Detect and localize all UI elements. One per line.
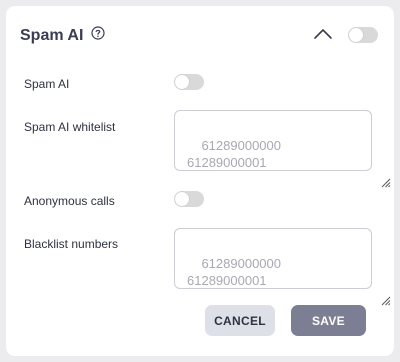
whitelist-placeholder: 61289000000 61289000001	[187, 138, 281, 170]
resize-grip-icon[interactable]	[359, 158, 391, 188]
spam-ai-label: Spam AI	[24, 77, 70, 91]
whitelist-label: Spam AI whitelist	[24, 120, 116, 134]
help-circle-icon[interactable]	[91, 26, 105, 40]
cancel-button[interactable]: CANCEL	[205, 305, 275, 336]
save-button[interactable]: SAVE	[291, 305, 366, 336]
spam-ai-panel: Spam AI Spam AI Spam AI whitelist 612890…	[6, 6, 394, 356]
blacklist-label: Blacklist numbers	[24, 237, 119, 251]
panel-title: Spam AI	[20, 27, 84, 44]
whitelist-textarea[interactable]: 61289000000 61289000001	[174, 110, 391, 188]
blacklist-placeholder: 61289000000 61289000001	[187, 256, 281, 288]
resize-grip-icon[interactable]	[359, 276, 391, 306]
blacklist-textarea[interactable]: 61289000000 61289000001	[174, 228, 391, 306]
chevron-up-icon[interactable]	[313, 26, 333, 40]
anonymous-calls-toggle[interactable]	[174, 191, 204, 207]
spam-ai-toggle[interactable]	[174, 74, 204, 90]
toggle-knob	[175, 75, 189, 89]
toggle-knob	[349, 28, 363, 42]
panel-enable-toggle[interactable]	[348, 27, 378, 43]
toggle-knob	[175, 192, 189, 206]
anonymous-calls-label: Anonymous calls	[24, 194, 115, 208]
